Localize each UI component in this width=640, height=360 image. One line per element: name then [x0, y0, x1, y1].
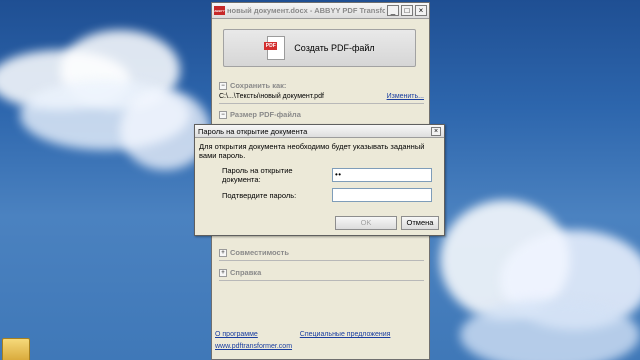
compatibility-section[interactable]: + Совместимость	[219, 248, 424, 261]
compatibility-title: Совместимость	[230, 248, 289, 257]
maximize-button[interactable]: □	[401, 5, 413, 16]
close-button[interactable]: ×	[415, 5, 427, 16]
minimize-button[interactable]: _	[387, 5, 399, 16]
password-input[interactable]: ••	[332, 168, 432, 182]
about-link[interactable]: О программе	[215, 331, 258, 338]
app-icon-label: ABBYY	[214, 8, 225, 13]
collapse-icon[interactable]: −	[219, 81, 227, 90]
confirm-password-label: Подтвердите пароль:	[222, 190, 297, 200]
pdf-file-icon: PDF	[264, 36, 286, 60]
dialog-message: Для открытия документа необходимо будет …	[199, 142, 425, 160]
save-as-section: − Сохранить как: C:\...\Тексты\новый док…	[219, 81, 424, 104]
window-titlebar[interactable]: ABBYY новый документ.docx - ABBYY PDF Tr…	[212, 3, 429, 19]
change-path-link[interactable]: Изменить...	[387, 93, 424, 100]
create-pdf-button[interactable]: PDF Создать PDF-файл	[223, 29, 416, 67]
ok-button[interactable]: OK	[335, 216, 397, 230]
app-icon: ABBYY	[214, 6, 225, 15]
pdf-tag: PDF	[264, 42, 278, 50]
confirm-row: Подтвердите пароль:	[222, 188, 432, 202]
divider	[219, 260, 424, 261]
save-as-title: Сохранить как:	[230, 81, 287, 90]
password-row: Пароль на открытие документа: ••	[222, 166, 432, 184]
save-path: C:\...\Тексты\новый документ.pdf	[219, 93, 324, 100]
dialog-titlebar[interactable]: Пароль на открытие документа ×	[195, 125, 444, 138]
create-pdf-label: Создать PDF-файл	[294, 43, 375, 53]
file-size-section: − Размер PDF-файла	[219, 110, 424, 119]
cancel-button[interactable]: Отмена	[401, 216, 439, 230]
window-title: новый документ.docx - ABBYY PDF Transfor…	[227, 6, 385, 15]
dialog-title: Пароль на открытие документа	[198, 126, 308, 136]
help-title: Справка	[230, 268, 262, 277]
file-size-title: Размер PDF-файла	[230, 110, 301, 119]
collapse-icon[interactable]: −	[219, 110, 227, 119]
expand-icon[interactable]: +	[219, 268, 227, 277]
password-dialog: Пароль на открытие документа × Для откры…	[194, 124, 445, 236]
special-offers-link[interactable]: Специальные предложения	[300, 331, 391, 338]
help-section[interactable]: + Справка	[219, 268, 424, 281]
password-label: Пароль на открытие документа:	[222, 166, 293, 184]
divider	[219, 103, 424, 104]
dialog-close-button[interactable]: ×	[431, 126, 441, 136]
folder-icon[interactable]	[2, 338, 30, 360]
confirm-password-input[interactable]	[332, 188, 432, 202]
footer-links: О программе Специальные предложения	[215, 331, 425, 338]
expand-icon[interactable]: +	[219, 248, 227, 257]
website-link[interactable]: www.pdftransformer.com	[215, 343, 292, 350]
divider	[219, 280, 424, 281]
